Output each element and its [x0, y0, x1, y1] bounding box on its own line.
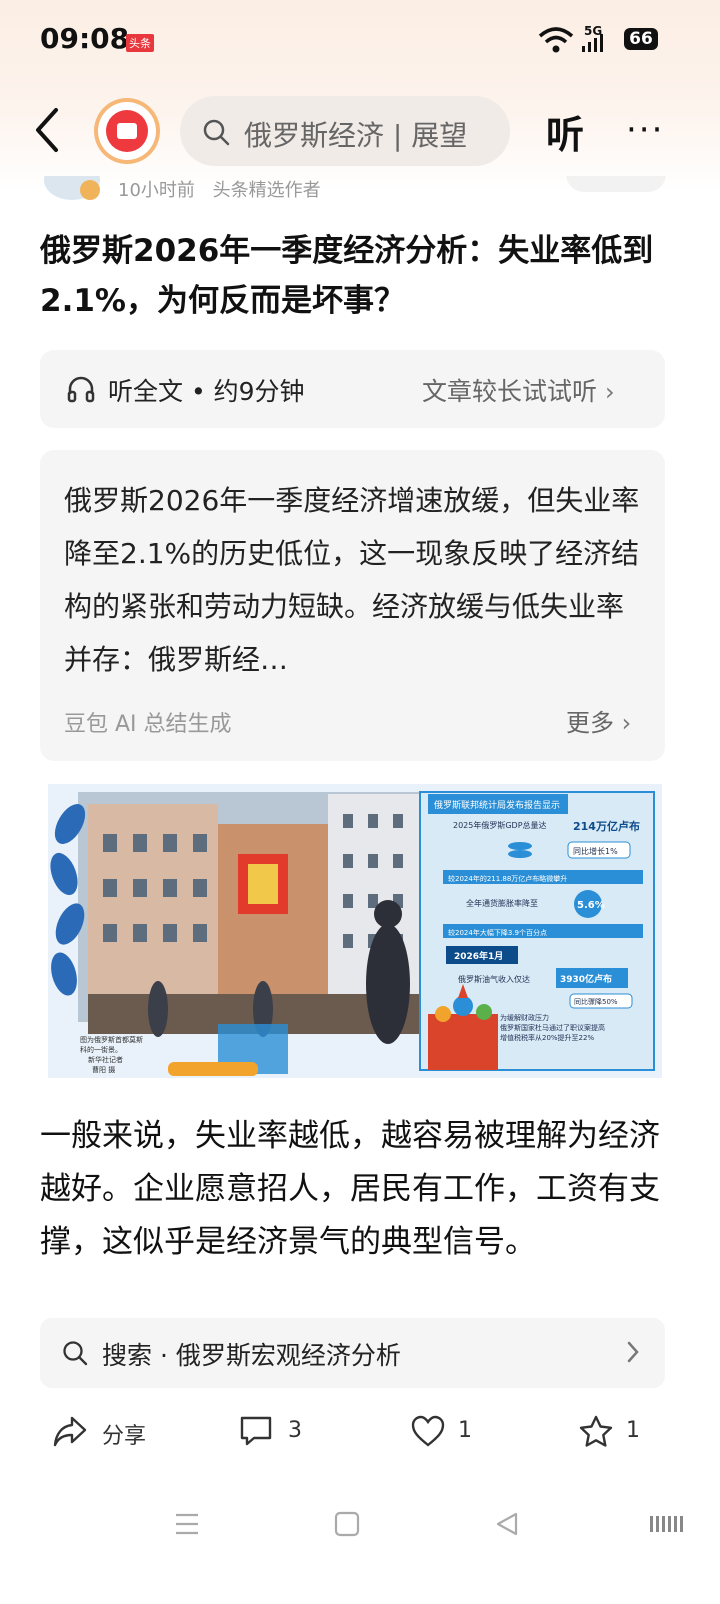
search-query: 俄罗斯经济 | 展望	[244, 119, 468, 152]
status-time: 09:08	[40, 22, 130, 55]
likes-count: 1	[458, 1418, 472, 1443]
favorite-button[interactable]: 1	[578, 1414, 658, 1450]
verified-badge-icon	[80, 180, 100, 200]
like-button[interactable]: 1	[410, 1414, 490, 1450]
app-badge: 头条	[126, 34, 154, 52]
keyboard-icon[interactable]	[650, 1514, 686, 1536]
favorites-count: 1	[626, 1418, 640, 1443]
comments-count: 3	[288, 1418, 302, 1443]
figure-caption2: 科的一街景。	[80, 1045, 122, 1054]
listen-hint: 文章较长试试听 ›	[422, 377, 615, 406]
share-label: 分享	[102, 1424, 147, 1449]
chevron-right-icon	[627, 1341, 639, 1363]
figure-caption3: 新华社记者	[88, 1055, 123, 1064]
search-icon	[203, 119, 230, 146]
figure-line5-value: 3930亿卢布	[560, 973, 612, 985]
system-navigation-bar	[0, 1500, 720, 1560]
home-icon[interactable]	[334, 1511, 360, 1537]
article-title: 俄罗斯2026年一季度经济分析：失业率低到2.1%，为何反而是坏事？	[40, 233, 654, 319]
figure-date: 2026年1月	[454, 950, 503, 962]
figure-line1-value: 214万亿卢布	[573, 819, 640, 833]
share-button[interactable]: 分享	[52, 1414, 162, 1450]
wifi-icon	[538, 27, 574, 53]
star-icon	[579, 1415, 613, 1447]
publish-time: 10小时前	[118, 180, 195, 201]
listen-button[interactable]: 听	[546, 104, 584, 159]
search-icon	[63, 1341, 88, 1366]
figure-line3: 全年通货膨胀率降至	[466, 898, 538, 908]
listen-full-text-card[interactable]: 听全文 • 约9分钟 文章较长试试听 ›	[40, 350, 665, 428]
figure-line3-value: 5.6%	[577, 900, 605, 911]
battery-indicator: 66	[624, 28, 658, 50]
share-icon	[53, 1416, 87, 1447]
status-bar: 09:08 头条 5G 66	[0, 0, 720, 80]
figure-line4: 较2024年大幅下降3.9个百分点	[448, 928, 547, 937]
figure-caption4: 曹阳 摄	[92, 1065, 115, 1074]
comment-icon	[240, 1416, 272, 1446]
figure-line1-change: 同比增长1%	[573, 846, 618, 856]
back-icon[interactable]	[494, 1511, 520, 1537]
figure-caption1: 图为俄罗斯首都莫斯	[80, 1035, 143, 1044]
chevron-right-icon: ›	[604, 378, 615, 406]
article-body-paragraph: 一般来说，失业率越低，越容易被理解为经济越好。企业愿意招人，居民有工作，工资有支…	[40, 1118, 660, 1260]
article-image[interactable]: 俄罗斯联邦统计局发布报告显示 2025年俄罗斯GDP总量达 214万亿卢布 同比…	[48, 784, 662, 1078]
figure-line5-change: 同比骤降50%	[574, 997, 618, 1006]
more-menu-button[interactable]: ···	[626, 110, 664, 150]
figure-line8: 增值税税率从20%提升至22%	[500, 1033, 594, 1042]
summary-source: 豆包 AI 总结生成	[64, 712, 232, 737]
heart-icon	[411, 1415, 445, 1447]
figure-line1: 2025年俄罗斯GDP总量达	[453, 820, 547, 830]
author-tag: 头条精选作者	[212, 180, 321, 201]
app-logo-icon[interactable]	[94, 98, 160, 164]
search-input[interactable]: 俄罗斯经济 | 展望	[180, 96, 510, 166]
top-navigation: 俄罗斯经济 | 展望 听 ···	[0, 88, 720, 172]
chevron-right-icon: ›	[621, 709, 632, 737]
author-meta: 10小时前 头条精选作者	[118, 176, 333, 202]
figure-line7: 俄罗斯国家杜马通过了职议案提高	[500, 1023, 605, 1032]
figure-header: 俄罗斯联邦统计局发布报告显示	[434, 799, 560, 811]
infographic-image: 俄罗斯联邦统计局发布报告显示 2025年俄罗斯GDP总量达 214万亿卢布 同比…	[48, 784, 662, 1078]
summary-more-button[interactable]: 更多 ›	[566, 703, 631, 738]
follow-button[interactable]	[566, 176, 666, 192]
ai-summary-card[interactable]: 俄罗斯2026年一季度经济增速放缓，但失业率降至2.1%的历史低位，这一现象反映…	[40, 450, 665, 761]
figure-line2: 较2024年的211.88万亿卢布略微攀升	[448, 874, 567, 883]
summary-text: 俄罗斯2026年一季度经济增速放缓，但失业率降至2.1%的历史低位，这一现象反映…	[64, 484, 640, 676]
signal-icon	[582, 34, 603, 52]
author-row: 10小时前 头条精选作者	[0, 176, 720, 204]
related-search-text: 搜索 · 俄罗斯宏观经济分析	[102, 1341, 401, 1370]
related-search-bar[interactable]: 搜索 · 俄罗斯宏观经济分析	[40, 1318, 665, 1388]
menu-icon[interactable]	[174, 1512, 200, 1536]
back-arrow-icon[interactable]	[32, 106, 62, 154]
listen-duration: 听全文 • 约9分钟	[108, 377, 305, 406]
figure-line6: 为缓解财政压力	[500, 1013, 549, 1022]
comments-button[interactable]: 3	[238, 1414, 318, 1450]
article-action-bar: 分享 3 1 1	[0, 1400, 720, 1464]
figure-line5: 俄罗斯油气收入仅达	[458, 974, 530, 984]
headphones-icon	[67, 376, 95, 403]
